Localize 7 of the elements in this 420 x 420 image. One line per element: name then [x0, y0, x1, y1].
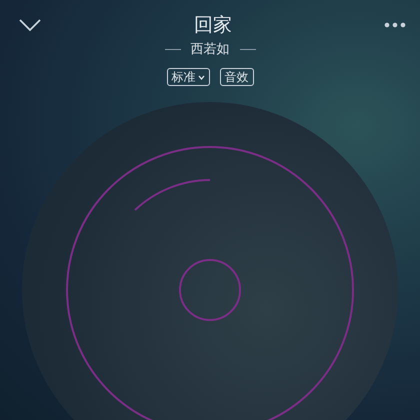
- song-title: 回家: [194, 13, 232, 38]
- artist-name: 西若如: [190, 41, 230, 58]
- chevron-down-icon[interactable]: [18, 18, 42, 32]
- more-icon[interactable]: [384, 22, 406, 28]
- quality-dropdown[interactable]: 标准: [166, 68, 210, 86]
- sound-effect-button[interactable]: 音效: [220, 68, 254, 86]
- caret-icon: [198, 74, 204, 80]
